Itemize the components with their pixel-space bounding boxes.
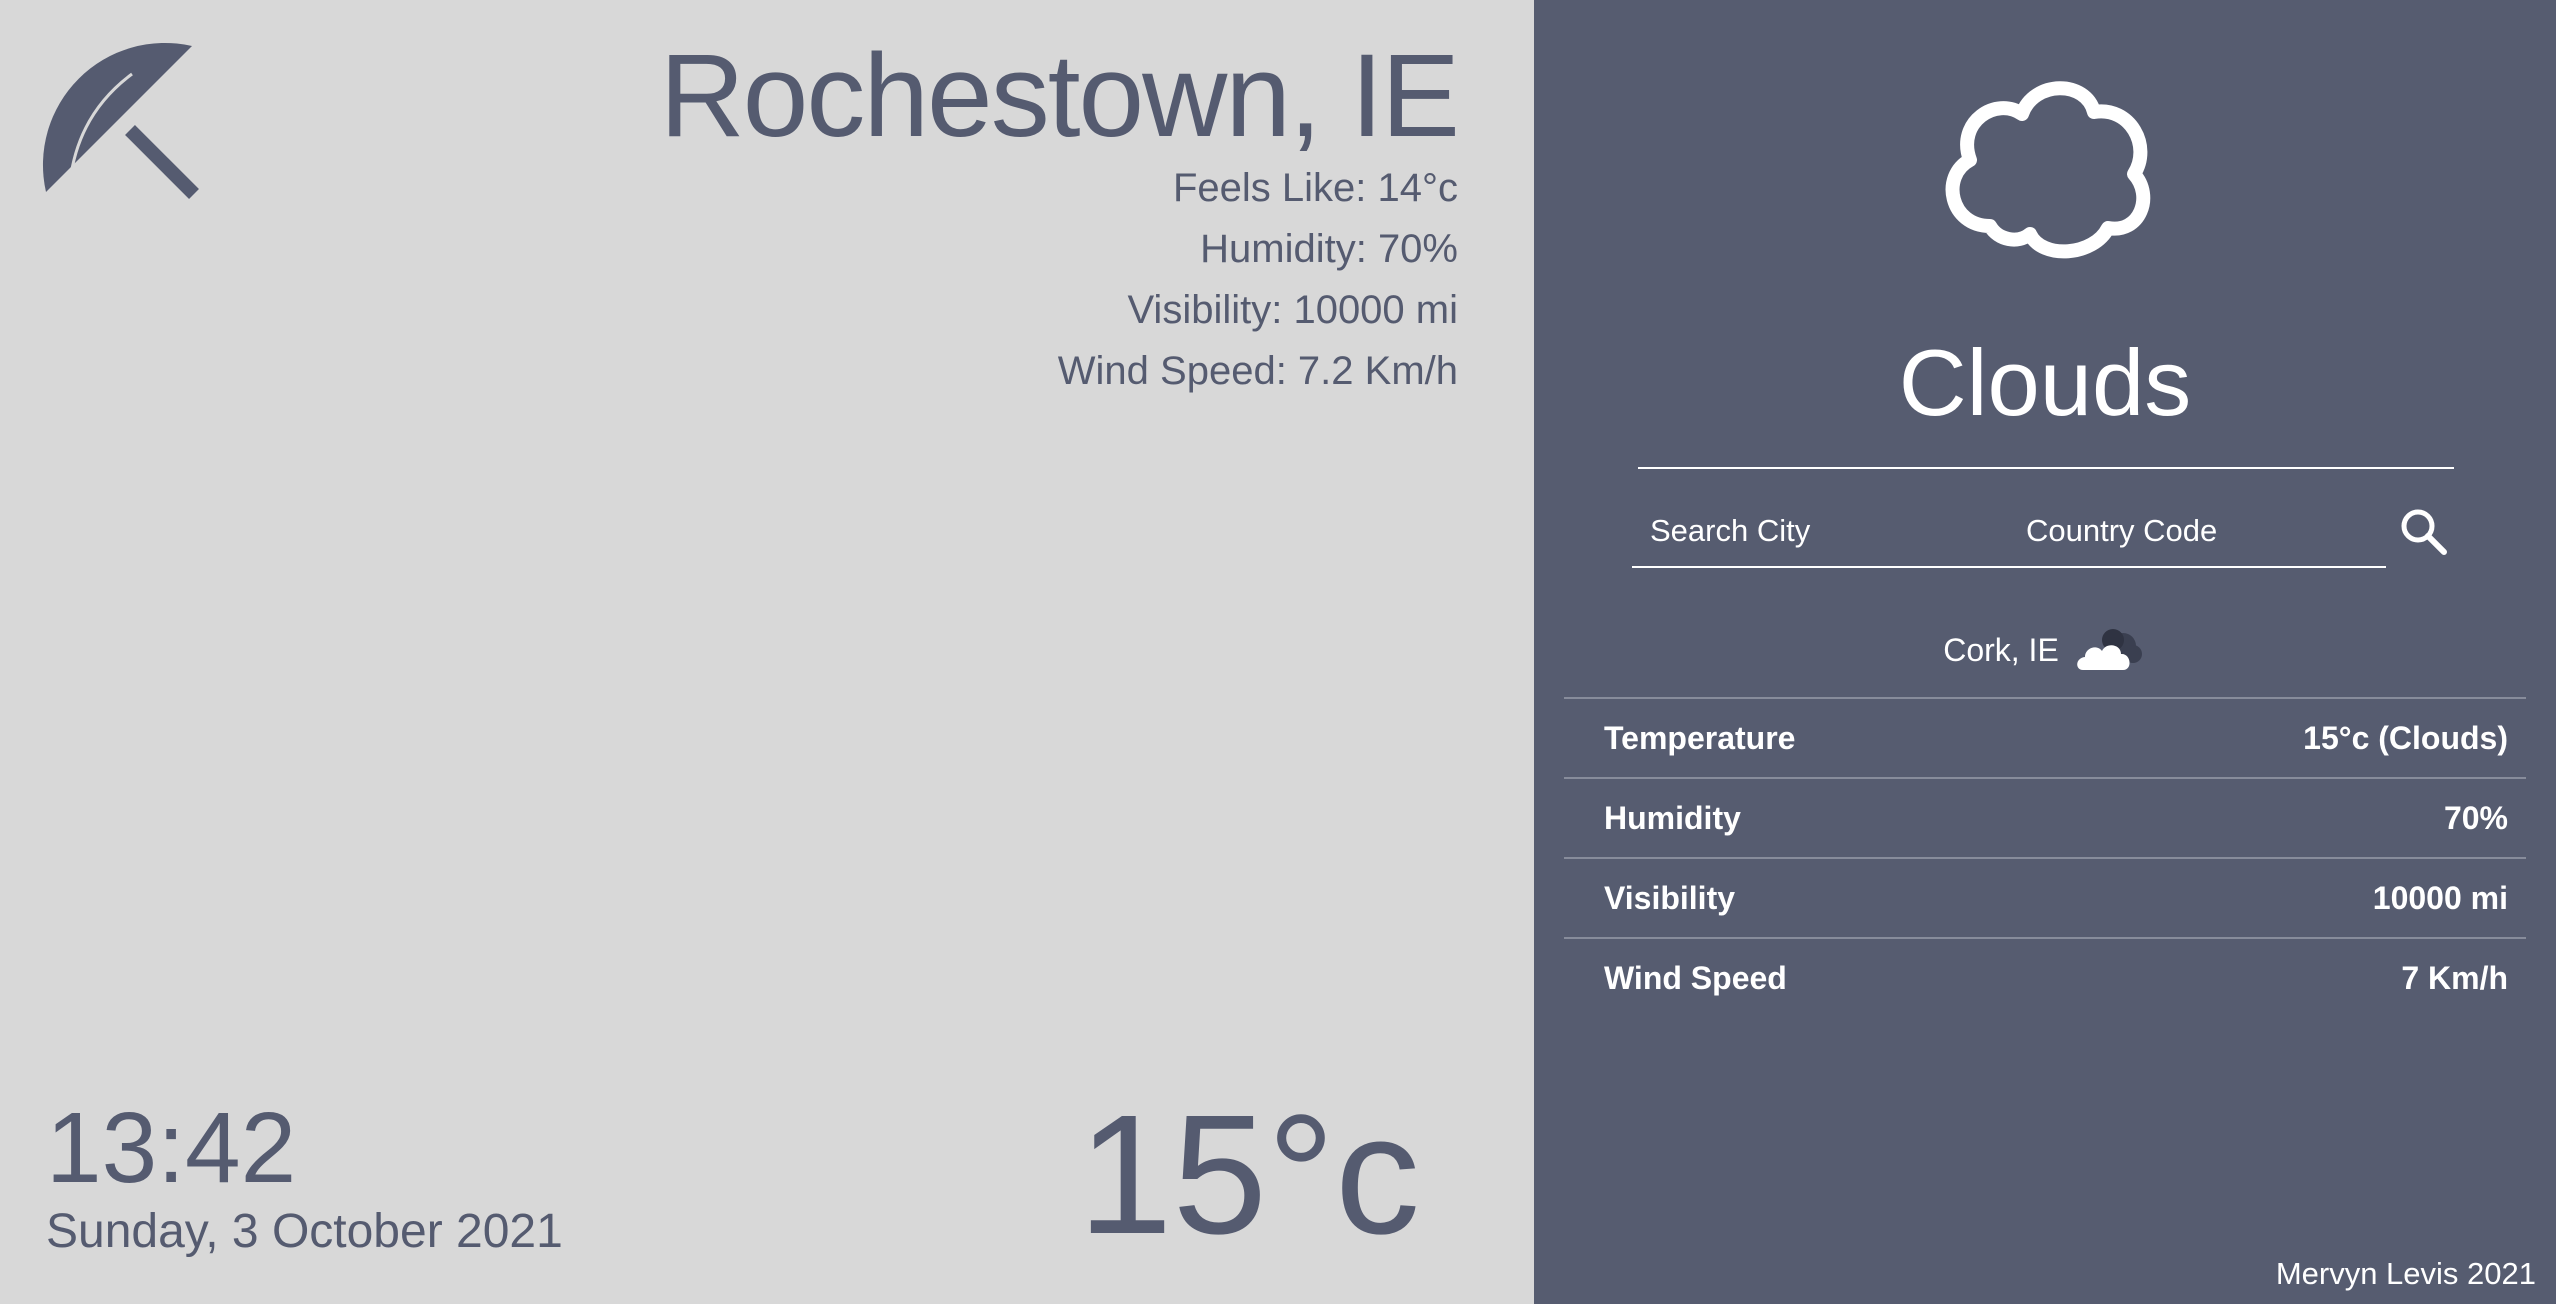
table-row: Visibility 10000 mi	[1564, 857, 2526, 937]
table-row: Humidity 70%	[1564, 777, 2526, 857]
row-label: Wind Speed	[1604, 959, 1787, 996]
search-city-input[interactable]	[1650, 496, 1990, 566]
search-button[interactable]	[2392, 500, 2456, 564]
search-form	[1632, 496, 2386, 568]
feels-like-text: Feels Like: 14°c	[1172, 166, 1458, 210]
result-table: Temperature 15°c (Clouds) Humidity 70% V…	[1564, 697, 2526, 1017]
search-icon	[2401, 509, 2447, 555]
footer-credit: Mervyn Levis 2021	[2275, 1256, 2536, 1291]
table-row: Wind Speed 7 Km/h	[1564, 937, 2526, 1017]
row-value: 10000 mi	[2372, 879, 2508, 916]
clock-time: 13:42	[46, 1092, 297, 1204]
weather-details: Feels Like: 14°c Humidity: 70% Visibilit…	[1058, 158, 1458, 402]
cloud-icon	[1945, 81, 2151, 259]
row-label: Temperature	[1604, 719, 1796, 756]
row-value: 15°c (Clouds)	[2303, 719, 2508, 756]
condition-label: Clouds	[1898, 330, 2192, 435]
divider	[1638, 467, 2454, 469]
clock-date: Sunday, 3 October 2021	[46, 1205, 563, 1258]
row-value: 7 Km/h	[2401, 959, 2508, 996]
result-city: Cork, IE	[1943, 631, 2059, 668]
visibility-text: Visibility: 10000 mi	[1127, 288, 1458, 332]
current-weather-panel: Rochestown, IE Feels Like: 14°c Humidity…	[0, 0, 1534, 1304]
wind-speed-text: Wind Speed: 7.2 Km/h	[1057, 349, 1458, 393]
umbrella-icon	[42, 42, 199, 199]
location-title: Rochestown, IE	[659, 30, 1460, 162]
search-panel: Clouds Cork, IE Temperature 15°c (Clouds…	[1534, 0, 2556, 1304]
country-code-input[interactable]	[2026, 496, 2366, 566]
row-label: Visibility	[1604, 879, 1736, 916]
humidity-text: Humidity: 70%	[1200, 227, 1458, 271]
row-value: 70%	[2443, 799, 2508, 836]
row-label: Humidity	[1604, 799, 1741, 836]
search-result-header: Cork, IE	[1534, 622, 2556, 678]
current-temperature: 15°c	[1077, 1080, 1420, 1270]
table-row: Temperature 15°c (Clouds)	[1564, 697, 2526, 777]
cloud-icon	[2077, 629, 2142, 670]
